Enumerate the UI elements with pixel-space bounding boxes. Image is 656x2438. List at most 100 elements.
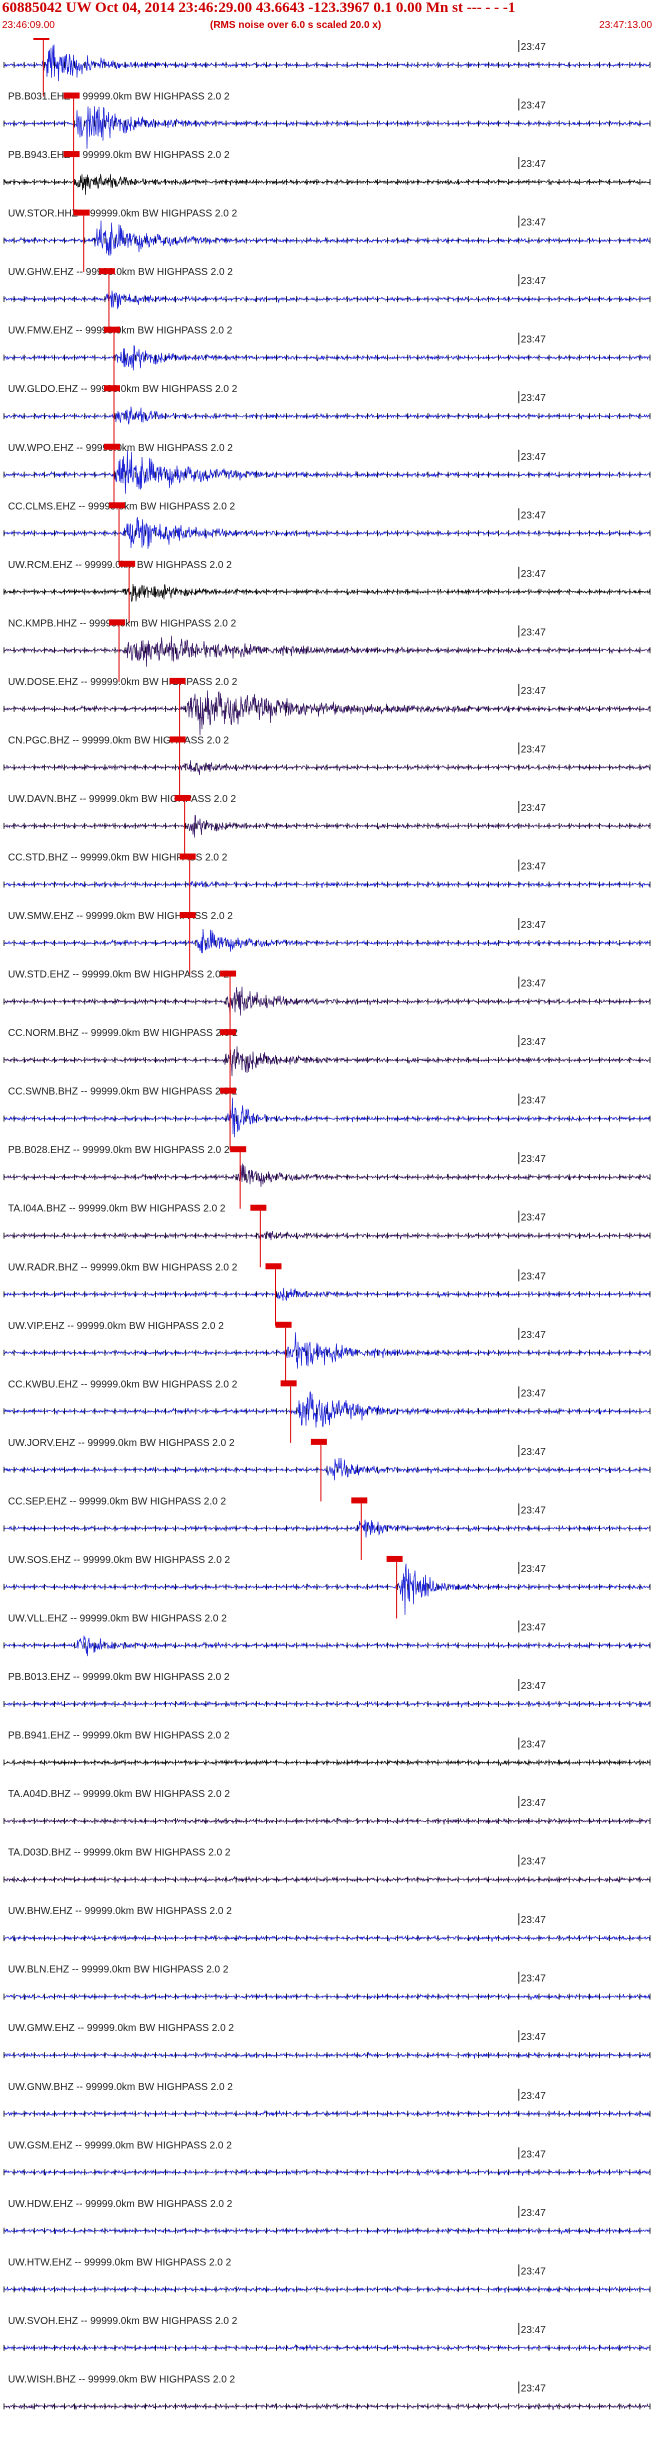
pick-marker [33, 38, 50, 40]
pick-marker [63, 151, 80, 158]
minute-label: 23:47 [521, 2149, 546, 2160]
pick-marker [179, 912, 196, 919]
end-time: 23:47:13.00 [599, 20, 652, 31]
trace-label: UW.DAVN.BHZ -- 99999.0km BW HIGHPASS 2.0… [8, 794, 236, 805]
minute-label: 23:47 [521, 1622, 546, 1633]
trace-label: UW.VLL.EHZ -- 99999.0km BW HIGHPASS 2.0 … [8, 1613, 227, 1624]
minute-label: 23:47 [521, 920, 546, 931]
minute-label: 23:47 [521, 862, 546, 873]
trace-label: UW.BHW.EHZ -- 99999.0km BW HIGHPASS 2.0 … [8, 1906, 232, 1917]
trace-label: UW.SOS.EHZ -- 99999.0km BW HIGHPASS 2.0 … [8, 1555, 231, 1566]
trace-label: UW.STOR.HHZ -- 99999.0km BW HIGHPASS 2.0… [8, 209, 238, 220]
minute-label: 23:47 [521, 1154, 546, 1165]
minute-label: 23:47 [521, 42, 546, 53]
minute-label: 23:47 [521, 1564, 546, 1575]
pick-marker [103, 326, 120, 333]
minute-label: 23:47 [521, 569, 546, 580]
trace-label: CC.NORM.BHZ -- 99999.0km BW HIGHPASS 2.0… [8, 1028, 238, 1039]
pick-marker [275, 1321, 292, 1328]
pick-marker [119, 560, 136, 567]
trace-label: PB.B031.EHZ -- 99999.0km BW HIGHPASS 2.0… [8, 92, 230, 103]
trace-label: UW.HTW.EHZ -- 99999.0km BW HIGHPASS 2.0 … [8, 2257, 232, 2268]
trace-label: CC.KWBU.EHZ -- 99999.0km BW HIGHPASS 2.0… [8, 1379, 238, 1390]
minute-label: 23:47 [521, 2325, 546, 2336]
trace-label: UW.HDW.EHZ -- 99999.0km BW HIGHPASS 2.0 … [8, 2199, 233, 2210]
pick-marker [386, 1555, 403, 1562]
pick-marker [220, 1087, 237, 1094]
minute-label: 23:47 [521, 1271, 546, 1282]
trace-label: CN.PGC.BHZ -- 99999.0km BW HIGHPASS 2.0 … [8, 735, 229, 746]
pick-marker [109, 619, 126, 626]
pick-marker [250, 1204, 267, 1211]
minute-label: 23:47 [521, 1388, 546, 1399]
minute-label: 23:47 [521, 2208, 546, 2219]
trace-label: UW.VIP.EHZ -- 99999.0km BW HIGHPASS 2.0 … [8, 1321, 224, 1332]
trace-label: PB.B013.EHZ -- 99999.0km BW HIGHPASS 2.0… [8, 1672, 230, 1683]
minute-label: 23:47 [521, 2383, 546, 2394]
pick-marker [109, 502, 126, 509]
trace-label: CC.SWNB.BHZ -- 99999.0km BW HIGHPASS 2.0… [8, 1087, 238, 1098]
minute-label: 23:47 [521, 1096, 546, 1107]
trace-label: UW.GHW.EHZ -- 99999.0km BW HIGHPASS 2.0 … [8, 267, 233, 278]
trace-label: TA.I04A.BHZ -- 99999.0km BW HIGHPASS 2.0… [8, 1204, 226, 1215]
trace-label: UW.GSM.EHZ -- 99999.0km BW HIGHPASS 2.0 … [8, 2140, 232, 2151]
waveform-trace [3, 690, 651, 736]
pick-marker [220, 970, 237, 977]
trace-label: UW.STD.EHZ -- 99999.0km BW HIGHPASS 2.0 … [8, 970, 229, 981]
trace-label: UW.DOSE.EHZ -- 99999.0km BW HIGHPASS 2.0… [8, 677, 238, 688]
pick-marker [351, 1497, 368, 1504]
pick-marker [63, 92, 80, 99]
minute-label: 23:47 [521, 393, 546, 404]
minute-label: 23:47 [521, 101, 546, 112]
minute-label: 23:47 [521, 1974, 546, 1985]
event-title: 60885042 UW Oct 04, 2014 23:46:29.00 43.… [2, 0, 516, 16]
trace-label: UW.WISH.BHZ -- 99999.0km BW HIGHPASS 2.0… [8, 2374, 236, 2385]
minute-label: 23:47 [521, 510, 546, 521]
pick-marker [265, 1263, 282, 1270]
minute-label: 23:47 [521, 1740, 546, 1751]
pick-marker [73, 209, 90, 216]
minute-label: 23:47 [521, 1447, 546, 1458]
trace-label: UW.FMW.EHZ -- 99999.0km BW HIGHPASS 2.0 … [8, 326, 233, 337]
minute-label: 23:47 [521, 1037, 546, 1048]
minute-label: 23:47 [521, 335, 546, 346]
trace-label: UW.JORV.EHZ -- 99999.0km BW HIGHPASS 2.0… [8, 1438, 235, 1449]
pick-marker [103, 385, 120, 392]
trace-label: PB.B941.EHZ -- 99999.0km BW HIGHPASS 2.0… [8, 1731, 230, 1742]
trace-label: CC.SEP.EHZ -- 99999.0km BW HIGHPASS 2.0 … [8, 1496, 226, 1507]
pick-marker [103, 443, 120, 450]
waveform-trace [3, 106, 651, 149]
minute-label: 23:47 [521, 1681, 546, 1692]
trace-label: UW.BLN.EHZ -- 99999.0km BW HIGHPASS 2.0 … [8, 1965, 229, 1976]
trace-label: UW.GLDO.EHZ -- 99999.0km BW HIGHPASS 2.0… [8, 384, 238, 395]
minute-label: 23:47 [521, 452, 546, 463]
minute-label: 23:47 [521, 1213, 546, 1224]
pick-marker [310, 1438, 327, 1445]
trace-label: UW.GMW.EHZ -- 99999.0km BW HIGHPASS 2.0 … [8, 2023, 234, 2034]
minute-label: 23:47 [521, 627, 546, 638]
minute-label: 23:47 [521, 2266, 546, 2277]
trace-label: UW.WPO.EHZ -- 99999.0km BW HIGHPASS 2.0 … [8, 443, 233, 454]
pick-marker [220, 1029, 237, 1036]
trace-label: PB.B028.EHZ -- 99999.0km BW HIGHPASS 2.0… [8, 1145, 230, 1156]
trace-label: UW.SVOH.EHZ -- 99999.0km BW HIGHPASS 2.0… [8, 2316, 238, 2327]
minute-label: 23:47 [521, 1857, 546, 1868]
trace-label: TA.D03D.BHZ -- 99999.0km BW HIGHPASS 2.0… [8, 1848, 231, 1859]
trace-label: PB.B943.EHZ -- 99999.0km BW HIGHPASS 2.0… [8, 150, 230, 161]
minute-label: 23:47 [521, 159, 546, 170]
pick-marker [280, 1380, 297, 1387]
trace-label: UW.GNW.BHZ -- 99999.0km BW HIGHPASS 2.0 … [8, 2082, 233, 2093]
minute-label: 23:47 [521, 803, 546, 814]
trace-label: TA.A04D.BHZ -- 99999.0km BW HIGHPASS 2.0… [8, 1789, 230, 1800]
minute-label: 23:47 [521, 2091, 546, 2102]
minute-label: 23:47 [521, 2032, 546, 2043]
minute-label: 23:47 [521, 1505, 546, 1516]
pick-marker [98, 268, 115, 275]
minute-label: 23:47 [521, 1798, 546, 1809]
seismogram-plot: 23:47 PB.B031.EHZ -- 99999.0km BW HIGHPAS… [3, 38, 651, 2411]
minute-label: 23:47 [521, 686, 546, 697]
trace-label: UW.SMW.EHZ -- 99999.0km BW HIGHPASS 2.0 … [8, 911, 233, 922]
minute-label: 23:47 [521, 1915, 546, 1926]
minute-label: 23:47 [521, 276, 546, 287]
pick-marker [169, 677, 186, 684]
